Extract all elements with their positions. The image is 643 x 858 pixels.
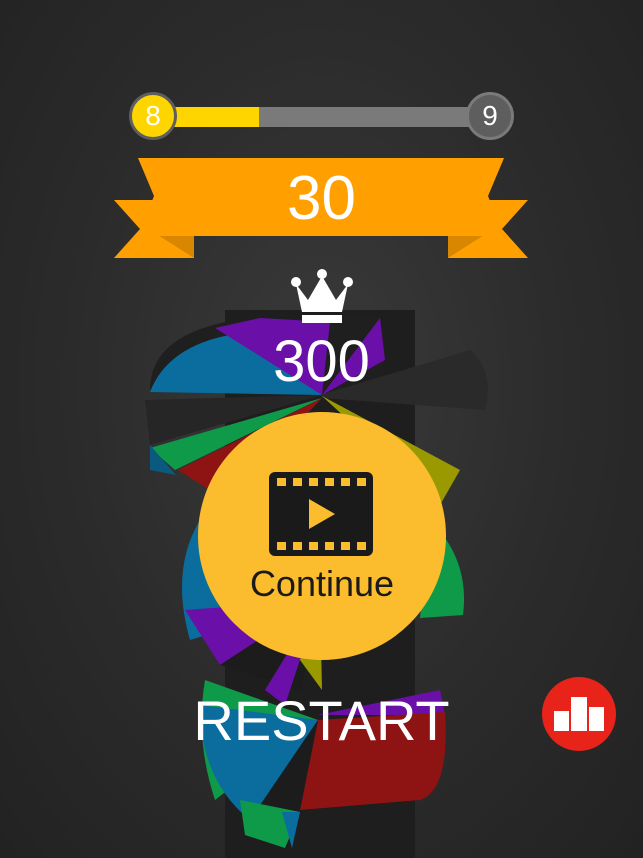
next-level-badge: 9 — [466, 92, 514, 140]
score-value: 30 — [287, 164, 356, 233]
best-score-value: 300 — [273, 329, 370, 394]
film-play-icon — [269, 472, 373, 556]
podium-icon — [554, 697, 604, 731]
restart-button[interactable]: RESTART — [150, 688, 493, 754]
next-level-number: 9 — [482, 100, 498, 131]
current-level-badge: 8 — [129, 92, 177, 140]
crown-icon — [291, 269, 353, 323]
continue-label: Continue — [249, 563, 395, 604]
current-level-number: 8 — [145, 100, 161, 131]
leaderboard-button[interactable] — [542, 677, 616, 751]
